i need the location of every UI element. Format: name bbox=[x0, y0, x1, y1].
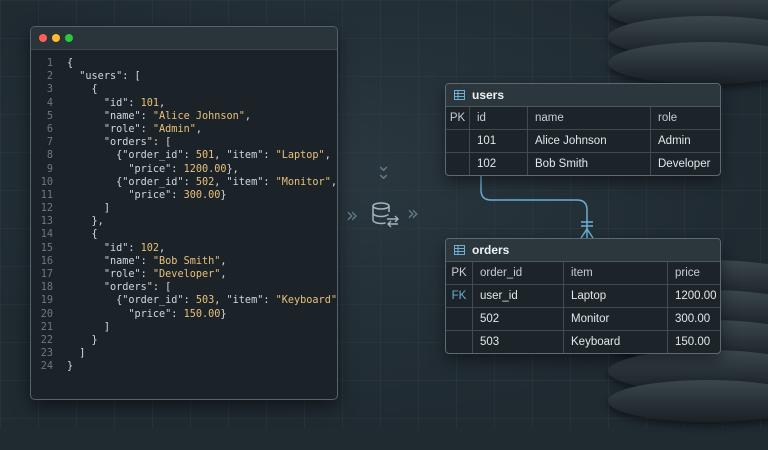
table-row[interactable]: 101 Alice Johnson Admin bbox=[446, 130, 720, 153]
orders-table-header: orders bbox=[446, 239, 720, 262]
orders-row3-order-id: 503 bbox=[473, 331, 564, 353]
orders-row2-order-id: 502 bbox=[473, 308, 564, 330]
users-table-header: users bbox=[446, 84, 720, 107]
orders-row1-order-id: user_id bbox=[473, 285, 564, 307]
orders-row1-item: Laptop bbox=[564, 285, 668, 307]
orders-table-title: orders bbox=[472, 243, 510, 257]
users-row1-name: Alice Johnson bbox=[528, 130, 651, 152]
table-row[interactable]: 502 Monitor 300.00 bbox=[446, 308, 720, 331]
table-icon bbox=[454, 245, 465, 255]
users-row1-id: 101 bbox=[470, 130, 528, 152]
users-row1-key bbox=[446, 130, 470, 152]
users-table-title: users bbox=[472, 88, 505, 102]
orders-row1-key: FK bbox=[446, 285, 473, 307]
users-row2-id: 102 bbox=[470, 153, 528, 175]
orders-col-price: price bbox=[675, 267, 700, 279]
users-col-pk: PK bbox=[446, 107, 470, 129]
table-icon bbox=[454, 90, 465, 100]
orders-row2-item: Monitor bbox=[564, 308, 668, 330]
orders-row1-price: 1200.00 bbox=[675, 290, 717, 302]
orders-column-header-row: PK order_id item price bbox=[446, 262, 720, 285]
orders-col-pk: PK bbox=[446, 262, 473, 284]
orders-row2-key bbox=[446, 308, 473, 330]
relation-connector bbox=[480, 175, 594, 239]
users-row2-name: Bob Smith bbox=[528, 153, 651, 175]
table-row[interactable]: 503 Keyboard 150.00 bbox=[446, 331, 720, 353]
table-row[interactable]: FK user_id Laptop 1200.00 bbox=[446, 285, 720, 308]
orders-table[interactable]: orders PK order_id item price FK user_id… bbox=[445, 238, 721, 354]
users-column-header-row: PK id name role bbox=[446, 107, 720, 130]
orders-row3-item: Keyboard bbox=[564, 331, 668, 353]
users-col-role: role bbox=[658, 112, 678, 124]
users-col-id: id bbox=[470, 107, 528, 129]
orders-row3-key bbox=[446, 331, 473, 353]
orders-row3-price: 150.00 bbox=[675, 336, 711, 348]
users-table[interactable]: users PK id name role 101 Alice Johnson … bbox=[445, 83, 721, 176]
users-col-name: name bbox=[528, 107, 651, 129]
users-row2-role: Developer bbox=[658, 158, 711, 170]
users-row1-role: Admin bbox=[658, 135, 691, 147]
users-row2-key bbox=[446, 153, 470, 175]
orders-row2-price: 300.00 bbox=[675, 313, 711, 325]
table-row[interactable]: 102 Bob Smith Developer bbox=[446, 153, 720, 175]
orders-col-item: item bbox=[564, 262, 668, 284]
orders-col-order-id: order_id bbox=[473, 262, 564, 284]
